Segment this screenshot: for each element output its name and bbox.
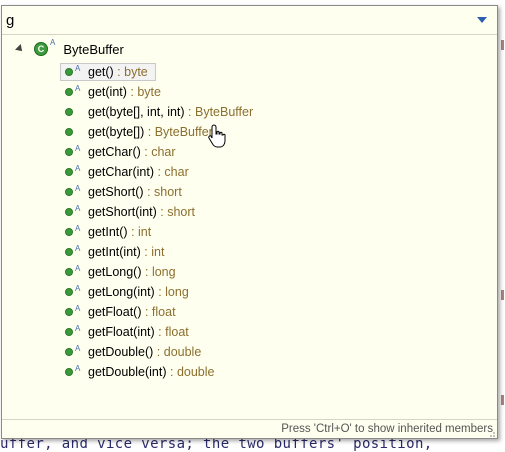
class-icon: C	[34, 42, 48, 56]
member-list: Aget() : byte Aget(int) : byte get(byte[],…	[60, 62, 480, 382]
method-signature: getChar(int)	[88, 165, 154, 179]
return-type: : double	[166, 365, 215, 379]
view-menu-icon[interactable]	[477, 17, 487, 23]
abstract-overlay-icon: A	[75, 284, 81, 293]
inherited-members-hint: Press 'Ctrl+O' to show inherited members	[281, 423, 493, 435]
return-type: : double	[153, 345, 202, 359]
abstract-overlay-icon: A	[75, 64, 81, 73]
class-name-label: ByteBuffer	[63, 41, 124, 57]
public-method-icon	[65, 288, 73, 296]
member-row[interactable]: Aget(int) : byte	[60, 82, 480, 102]
member-row[interactable]: AgetDouble(int) : double	[60, 362, 480, 382]
public-method-icon	[65, 188, 73, 196]
method-signature: getFloat()	[88, 305, 142, 319]
method-signature: getChar()	[88, 145, 141, 159]
background-marker	[501, 395, 504, 405]
tree-root-row[interactable]: C A ByteBuffer	[15, 38, 124, 58]
return-type: : char	[140, 145, 176, 159]
method-signature: getLong(int)	[88, 285, 155, 299]
return-type: : long	[141, 265, 176, 279]
member-row[interactable]: get(byte[], int, int) : ByteBuffer	[60, 102, 480, 122]
abstract-overlay-icon: A	[50, 38, 56, 47]
abstract-overlay-icon: A	[75, 264, 81, 273]
return-type: : int	[127, 225, 152, 239]
method-signature: getInt(int)	[88, 245, 141, 259]
public-method-icon	[65, 88, 73, 96]
filter-input[interactable]	[6, 10, 466, 30]
return-type: : ByteBuffer	[144, 125, 213, 139]
public-method-icon	[65, 308, 73, 316]
return-type: : short	[156, 205, 195, 219]
status-bar: Press 'Ctrl+O' to show inherited members	[2, 419, 497, 439]
public-method-icon	[65, 128, 73, 136]
return-type: : byte	[113, 65, 148, 79]
abstract-overlay-icon: A	[75, 84, 81, 93]
member-row[interactable]: AgetFloat(int) : float	[60, 322, 480, 342]
member-row[interactable]: AgetInt() : int	[60, 222, 480, 242]
member-row[interactable]: AgetLong(int) : long	[60, 282, 480, 302]
public-method-icon	[65, 368, 73, 376]
member-row[interactable]: AgetShort(int) : short	[60, 202, 480, 222]
abstract-overlay-icon: A	[75, 244, 81, 253]
return-type: : byte	[126, 85, 161, 99]
method-signature: getShort()	[88, 185, 144, 199]
return-type: : int	[140, 245, 165, 259]
method-signature: get()	[88, 65, 114, 79]
return-type: : short	[143, 185, 182, 199]
abstract-overlay-icon: A	[75, 304, 81, 313]
method-signature: get(int)	[88, 85, 127, 99]
abstract-overlay-icon: A	[75, 224, 81, 233]
return-type: : float	[154, 325, 189, 339]
public-method-icon	[65, 108, 73, 116]
method-signature: getDouble(int)	[88, 365, 167, 379]
member-row[interactable]: AgetDouble() : double	[60, 342, 480, 362]
method-signature: getFloat(int)	[88, 325, 155, 339]
abstract-overlay-icon: A	[75, 344, 81, 353]
expanded-chevron-icon[interactable]	[15, 44, 25, 54]
return-type: : long	[154, 285, 189, 299]
outline-tree: C A ByteBuffer Aget() : byte Aget(int) : …	[2, 35, 497, 417]
member-row[interactable]: AgetInt(int) : int	[60, 242, 480, 262]
return-type: : ByteBuffer	[184, 105, 254, 119]
public-method-icon	[65, 68, 73, 76]
background-marker	[501, 290, 504, 300]
filter-row	[2, 6, 497, 35]
public-method-icon	[65, 148, 73, 156]
return-type: : float	[141, 305, 176, 319]
member-row[interactable]: AgetFloat() : float	[60, 302, 480, 322]
hand-cursor-icon	[208, 124, 226, 148]
public-method-icon	[65, 268, 73, 276]
method-signature: getInt()	[88, 225, 128, 239]
quick-outline-popup: C A ByteBuffer Aget() : byteAget(int) : …	[1, 5, 498, 439]
abstract-overlay-icon: A	[75, 204, 81, 213]
method-signature: getDouble()	[88, 345, 154, 359]
member-row[interactable]: get(byte[]) : ByteBuffer	[60, 122, 480, 142]
member-row[interactable]: AgetChar(int) : char	[60, 162, 480, 182]
abstract-overlay-icon: A	[75, 324, 81, 333]
member-row[interactable]: AgetLong() : long	[60, 262, 480, 282]
resize-grip-icon[interactable]	[488, 430, 496, 438]
member-row[interactable]: AgetShort() : short	[60, 182, 480, 202]
abstract-overlay-icon: A	[75, 144, 81, 153]
return-type: : char	[154, 165, 189, 179]
member-row[interactable]: Aget() : byte	[60, 62, 480, 82]
background-marker	[501, 40, 504, 50]
method-signature: get(byte[])	[88, 125, 145, 139]
method-signature: getShort(int)	[88, 205, 157, 219]
public-method-icon	[65, 248, 73, 256]
method-signature: getLong()	[88, 265, 142, 279]
public-method-icon	[65, 168, 73, 176]
abstract-overlay-icon: A	[75, 364, 81, 373]
public-method-icon	[65, 348, 73, 356]
public-method-icon	[65, 228, 73, 236]
public-method-icon	[65, 328, 73, 336]
method-signature: get(byte[], int, int)	[88, 105, 185, 119]
abstract-overlay-icon: A	[75, 164, 81, 173]
member-row[interactable]: AgetChar() : char	[60, 142, 480, 162]
public-method-icon	[65, 208, 73, 216]
abstract-overlay-icon: A	[75, 184, 81, 193]
